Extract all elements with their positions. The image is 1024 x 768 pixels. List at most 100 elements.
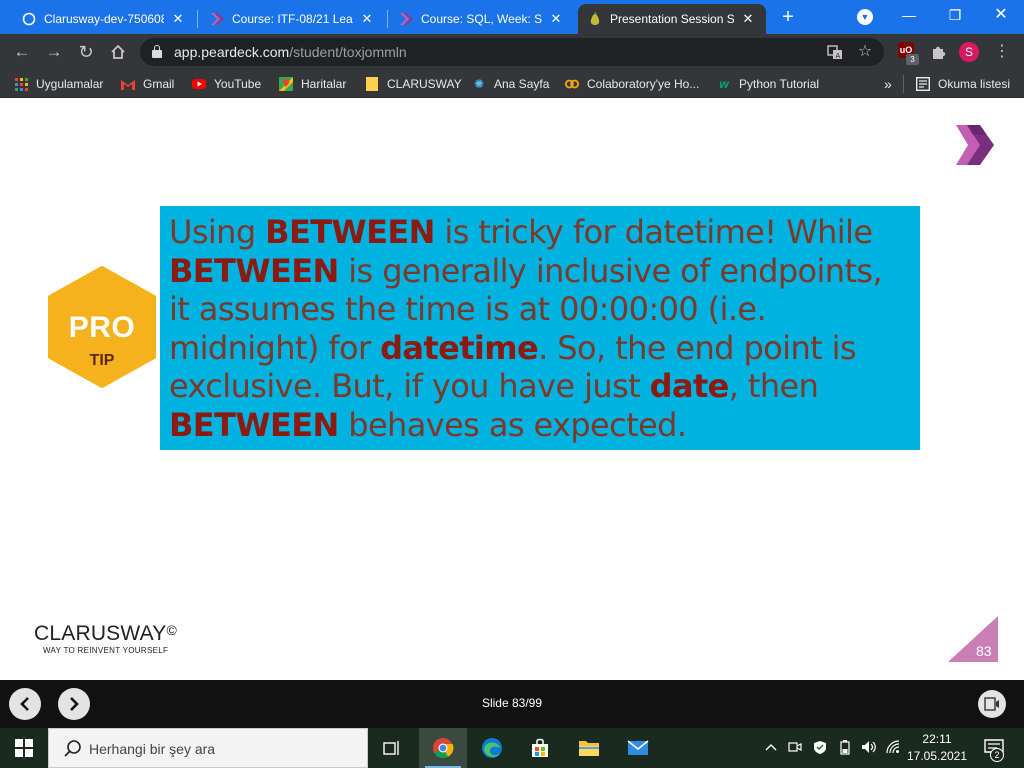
screen: Clarusway-dev-750608 ✕ Course: ITF-08/21… <box>0 0 1024 768</box>
taskbar-mail[interactable] <box>614 728 662 768</box>
browser-toolbar: ← → ↻ app.peardeck.com/student/toxjommln… <box>0 34 1024 70</box>
tab-presentation-session[interactable]: Presentation Session Stu ✕ <box>578 4 766 34</box>
url-text[interactable]: app.peardeck.com/student/toxjommln <box>174 44 407 60</box>
extensions-puzzle-icon[interactable] <box>928 42 948 62</box>
tab-itf-course[interactable]: Course: ITF-08/21 Learn ✕ <box>200 4 385 34</box>
clarusway-logo-icon <box>956 125 994 165</box>
bookmark-python-tutorial[interactable]: w Python Tutorial <box>717 76 819 92</box>
slide-canvas: PRO TIP Using BETWEEN is tricky for date… <box>0 98 1024 680</box>
tab-search-icon[interactable]: ▼ <box>857 9 873 25</box>
security-shield-icon[interactable] <box>813 740 827 758</box>
tab-divider <box>387 10 388 28</box>
tip-keyword: BETWEEN <box>265 213 435 251</box>
edge-icon <box>482 738 502 758</box>
tip-keyword: date <box>649 367 730 405</box>
youtube-icon <box>192 77 206 91</box>
restore-button[interactable]: ❐ <box>932 0 978 30</box>
windows-start-button[interactable] <box>0 728 48 768</box>
close-icon[interactable]: ✕ <box>740 11 756 27</box>
bookmark-gmail[interactable]: Gmail <box>121 76 174 92</box>
bookmark-clarusway-folder[interactable]: CLARUSWAY <box>365 76 462 92</box>
browser-tab-strip: Clarusway-dev-750608 ✕ Course: ITF-08/21… <box>0 0 1024 34</box>
home-button[interactable] <box>106 40 130 64</box>
more-menu-icon[interactable]: ⋮ <box>992 42 1012 62</box>
taskbar-search-box[interactable]: Herhangi bir şey ara <box>48 728 368 768</box>
immersive-reader-icon[interactable] <box>978 690 1006 718</box>
store-icon <box>532 738 548 757</box>
loading-ring-icon <box>22 12 36 26</box>
clarusway-wordmark: CLARUSWAY© <box>34 622 177 646</box>
clarusway-chevron-icon <box>399 12 413 26</box>
reload-button[interactable]: ↻ <box>74 40 98 64</box>
pear-deck-icon <box>588 12 602 26</box>
close-icon[interactable]: ✕ <box>170 11 186 27</box>
close-icon[interactable]: ✕ <box>359 11 375 27</box>
tip-keyword: BETWEEN <box>169 251 339 290</box>
new-tab-button[interactable]: + <box>775 5 801 31</box>
tab-divider <box>197 10 198 28</box>
lock-icon[interactable] <box>152 45 162 58</box>
clock-date: 17.05.2021 <box>906 749 968 763</box>
close-icon[interactable]: ✕ <box>548 11 564 27</box>
colab-icon <box>565 77 579 91</box>
bookmark-star-icon[interactable]: ☆ <box>856 43 874 61</box>
taskbar-chrome[interactable] <box>419 728 467 768</box>
notification-count-badge: 2 <box>990 748 1004 762</box>
bookmark-label: Ana Sayfa <box>494 77 550 91</box>
task-view-button[interactable] <box>368 728 416 768</box>
forward-button[interactable]: → <box>42 40 66 64</box>
minimize-button[interactable]: — <box>886 0 932 30</box>
apps-grid-icon <box>14 77 28 91</box>
taskbar-file-explorer[interactable] <box>565 728 613 768</box>
bookmark-ana-sayfa[interactable]: ✺ Ana Sayfa <box>472 76 549 92</box>
reading-list-label: Okuma listesi <box>938 77 1011 91</box>
taskbar-edge[interactable] <box>468 728 516 768</box>
camera-tray-icon[interactable] <box>788 740 802 757</box>
maps-icon <box>279 77 293 91</box>
slide-counter: Slide 83/99 <box>481 696 543 710</box>
tip-text-run: behaves as expected. <box>338 405 687 444</box>
bookmark-label: Haritalar <box>301 77 347 91</box>
wifi-icon[interactable] <box>886 740 900 757</box>
pro-label: PRO <box>68 311 136 344</box>
bookmark-youtube[interactable]: YouTube <box>192 76 261 92</box>
address-bar[interactable]: app.peardeck.com/student/toxjommln A ☆ <box>140 38 884 66</box>
tip-body-text: Using BETWEEN is tricky for datetime! Wh… <box>169 213 910 444</box>
folder-icon <box>579 741 599 756</box>
volume-icon[interactable] <box>861 740 877 757</box>
star-burst-icon: ✺ <box>473 77 485 91</box>
tip-text-run: Using <box>169 213 266 251</box>
tip-text-run: , then <box>728 367 819 405</box>
tab-title: Presentation Session Stu <box>610 12 734 26</box>
bookmarks-overflow-button[interactable]: » <box>884 76 892 92</box>
battery-icon[interactable] <box>840 740 850 758</box>
bookmarks-bar: Uygulamalar Gmail YouTube Haritalar CLAR… <box>0 70 1024 98</box>
tip-keyword: BETWEEN <box>169 405 339 444</box>
tip-label: TIP <box>89 352 115 369</box>
taskbar-clock[interactable]: 22:11 17.05.2021 <box>904 731 970 765</box>
taskbar-store[interactable] <box>516 728 564 768</box>
translate-icon[interactable]: A <box>826 43 844 61</box>
profile-avatar[interactable]: S <box>959 42 979 62</box>
bookmark-maps[interactable]: Haritalar <box>279 76 346 92</box>
bookmark-label: YouTube <box>214 77 262 91</box>
search-placeholder: Herhangi bir şey ara <box>89 741 216 757</box>
window-close-button[interactable]: ✕ <box>978 0 1024 30</box>
back-button[interactable]: ← <box>10 40 34 64</box>
w3-icon: w <box>719 77 729 91</box>
tab-sql-course[interactable]: Course: SQL, Week: SQL ✕ <box>389 4 574 34</box>
bookmark-label: Gmail <box>143 77 175 91</box>
bookmark-label: CLARUSWAY <box>387 77 462 91</box>
tip-text-run: is tricky for datetime! While <box>434 213 873 251</box>
tab-clarusway-dev[interactable]: Clarusway-dev-750608 ✕ <box>12 4 196 34</box>
brand-name: CLARUSWAY <box>34 622 167 645</box>
tip-keyword: datetime <box>380 328 539 367</box>
bookmark-label: Uygulamalar <box>36 77 104 91</box>
show-hidden-icons-button[interactable] <box>765 740 777 754</box>
bookmark-apps[interactable]: Uygulamalar <box>14 76 103 92</box>
gmail-icon <box>121 77 135 91</box>
brand-tagline: WAY TO REINVENT YOURSELF <box>43 646 169 655</box>
search-icon <box>64 740 81 757</box>
bookmark-colab[interactable]: Colaboratory'ye Ho... <box>565 76 699 92</box>
reading-list-button[interactable]: Okuma listesi <box>916 76 1010 92</box>
